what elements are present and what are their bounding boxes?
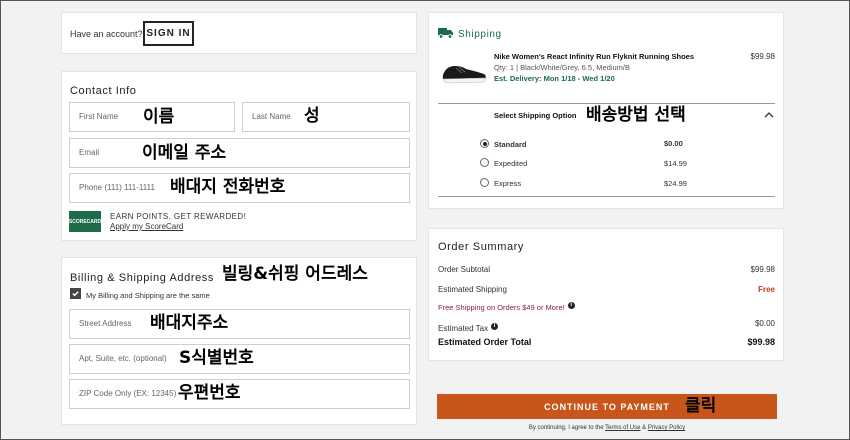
checkmark-icon (72, 291, 79, 297)
last-name-field[interactable]: Last Name 성 (242, 102, 410, 132)
shipping-title: Shipping (458, 29, 502, 40)
phone-field[interactable]: Phone (111) 111-1111 배대지 전화번호 (69, 173, 410, 203)
apt-note: S식별번호 (179, 348, 254, 368)
last-name-placeholder: Last Name (252, 112, 291, 121)
total-label: Estimated Order Total (438, 337, 532, 347)
scorecard-logo: SCORECARD (69, 211, 101, 232)
product-meta: Qty: 1 | Black/White/Grey, 6.5, Medium/B (494, 63, 631, 72)
tax-row: Estimated Tax i (438, 318, 499, 336)
billing-title-note: 빌링&쉬핑 어드레스 (222, 264, 368, 284)
account-card: Have an account? SIGN IN (61, 12, 417, 54)
tax-info-icon[interactable]: i (491, 323, 499, 331)
zip-field[interactable]: ZIP Code Only (EX: 12345) 우편번호 (69, 379, 410, 409)
contact-title: Contact Info (70, 85, 137, 97)
product-name: Nike Women's React Infinity Run Flyknit … (494, 52, 694, 61)
sign-in-label: SIGN IN (146, 28, 191, 39)
continue-note: 클릭 (685, 396, 717, 416)
total-value: $99.98 (747, 337, 775, 347)
subtotal-label: Order Subtotal (438, 265, 491, 274)
continue-label: CONTINUE TO PAYMENT (544, 401, 670, 412)
same-address-checkbox[interactable] (70, 288, 81, 299)
billing-card: Billing & Shipping Address 빌링&쉬핑 어드레스 My… (61, 257, 417, 425)
expedited-label: Expedited (494, 159, 528, 168)
shipping-option-divider-bottom (438, 196, 775, 197)
order-summary-card: Order Summary Order Subtotal $99.98 Esti… (428, 228, 784, 361)
standard-price: $0.00 (664, 139, 683, 148)
have-account-text: Have an account? (70, 29, 143, 39)
standard-radio[interactable] (480, 139, 489, 148)
shipping-card: Shipping Nike Women's React Infinity Run… (428, 12, 784, 209)
terms-of-use-link[interactable]: Terms of Use (605, 425, 640, 431)
expedited-price: $14.99 (664, 159, 687, 168)
expedited-radio[interactable] (480, 158, 489, 167)
email-field[interactable]: Email 이메일 주소 (69, 138, 410, 168)
last-name-note: 성 (304, 106, 320, 126)
scorecard-apply-link[interactable]: Apply my ScoreCard (110, 222, 183, 231)
street-placeholder: Street Address (79, 319, 132, 328)
truck-icon (438, 28, 453, 39)
first-name-placeholder: First Name (79, 112, 119, 121)
terms-line: By continuing, I agree to the Terms of U… (437, 425, 777, 431)
sign-in-button[interactable]: SIGN IN (143, 21, 194, 46)
first-name-note: 이름 (143, 107, 175, 127)
page-frame: Have an account? SIGN IN Contact Info Fi… (0, 0, 850, 440)
order-summary-title: Order Summary (438, 241, 525, 253)
scorecard-headline: EARN POINTS. GET REWARDED! (110, 212, 247, 221)
phone-note: 배대지 전화번호 (170, 177, 286, 197)
same-address-label: My Billing and Shipping are the same (86, 291, 210, 300)
first-name-field[interactable]: First Name 이름 (69, 102, 235, 132)
terms-prefix: By continuing, I agree to the (528, 425, 606, 431)
contact-card: Contact Info First Name 이름 Last Name 성 E… (61, 71, 417, 241)
street-address-field[interactable]: Street Address 배대지주소 (69, 309, 410, 339)
apt-placeholder: Apt, Suite, etc. (optional) (79, 354, 167, 363)
privacy-policy-link[interactable]: Privacy Policy (648, 425, 685, 431)
express-price: $24.99 (664, 179, 687, 188)
billing-title: Billing & Shipping Address (70, 272, 215, 284)
continue-to-payment-button[interactable]: CONTINUE TO PAYMENT (437, 394, 777, 419)
est-shipping-value: Free (758, 285, 775, 294)
terms-and: & (640, 425, 648, 431)
zip-note: 우편번호 (178, 383, 241, 403)
chevron-up-icon[interactable] (764, 111, 774, 118)
shipping-option-divider-top (438, 103, 775, 104)
standard-label: Standard (494, 140, 527, 149)
zip-placeholder: ZIP Code Only (EX: 12345) (79, 389, 177, 398)
express-radio[interactable] (480, 178, 489, 187)
email-note: 이메일 주소 (142, 143, 227, 163)
express-label: Express (494, 179, 522, 188)
shipping-option-header: Select Shipping Option (494, 111, 577, 120)
est-delivery: Est. Delivery: Mon 1/18 - Wed 1/20 (494, 74, 615, 83)
email-placeholder: Email (79, 148, 100, 157)
product-price: $99.98 (750, 52, 775, 61)
est-shipping-label: Estimated Shipping (438, 285, 507, 294)
scorecard-badge-text: SCORECARD (68, 218, 102, 225)
subtotal-value: $99.98 (750, 265, 775, 274)
phone-placeholder: Phone (111) 111-1111 (79, 183, 155, 192)
shoe-image (442, 66, 486, 84)
free-shipping-promo: Free Shipping on Orders $49 or More! i (438, 297, 575, 315)
tax-label: Estimated Tax (438, 324, 489, 333)
shipping-option-note: 배송방법 선택 (586, 105, 686, 125)
free-shipping-text: Free Shipping on Orders $49 or More! (438, 303, 565, 312)
street-note: 배대지주소 (150, 313, 229, 333)
apt-field[interactable]: Apt, Suite, etc. (optional) S식별번호 (69, 344, 410, 374)
tax-value: $0.00 (754, 319, 775, 328)
info-icon[interactable]: i (567, 302, 575, 310)
